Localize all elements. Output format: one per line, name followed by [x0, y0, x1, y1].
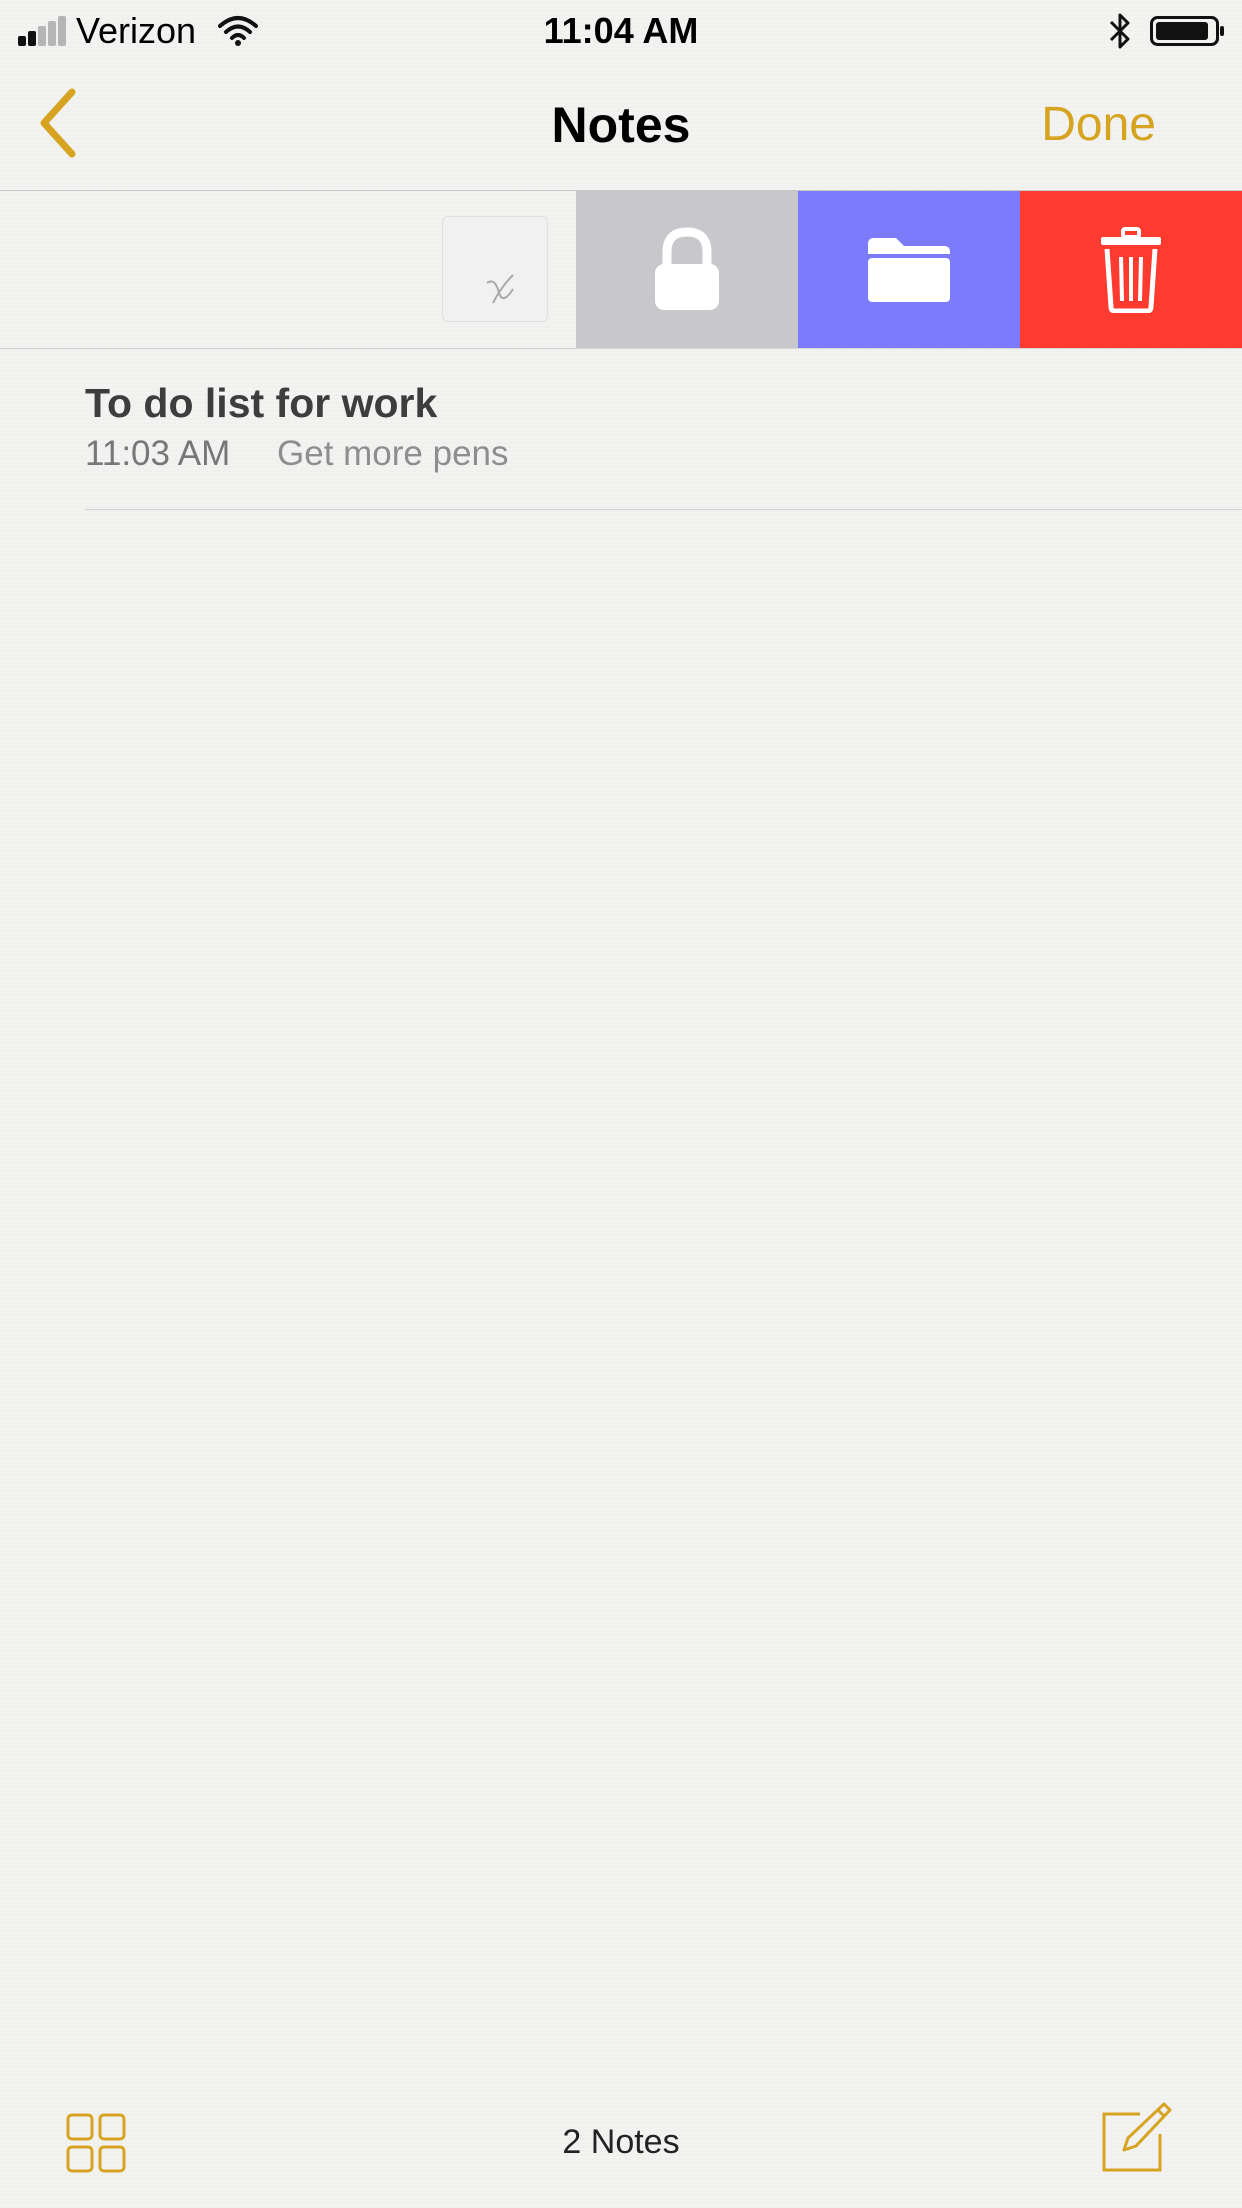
battery-icon: [1150, 16, 1224, 46]
trash-icon: [1101, 226, 1161, 313]
note-preview: Get more pens: [277, 434, 509, 473]
note-time: 11:03 AM: [85, 434, 231, 473]
lock-note-button[interactable]: [576, 191, 798, 348]
navigation-bar: Notes Done: [0, 62, 1242, 191]
status-time: 11:04 AM: [543, 10, 699, 51]
folder-icon: [868, 237, 950, 302]
done-button[interactable]: Done: [1041, 96, 1156, 154]
delete-note-button[interactable]: [1020, 191, 1242, 348]
move-note-button[interactable]: [798, 191, 1020, 348]
bottom-toolbar: 2 Notes: [0, 2080, 1242, 2208]
lock-icon: [655, 226, 719, 310]
compose-icon: [1102, 2102, 1172, 2172]
sketch-thumbnail-icon: [486, 274, 514, 304]
note-thumbnail: [442, 216, 548, 322]
note-count: 2 Notes: [562, 2123, 680, 2161]
bluetooth-icon: [1109, 13, 1130, 49]
note-title: To do list for work: [85, 380, 438, 426]
status-bar: Verizon 11:04 AM: [0, 0, 1242, 62]
swiped-note-row[interactable]: [0, 191, 1242, 349]
compose-button[interactable]: [1100, 2100, 1174, 2174]
list-item[interactable]: To do list for work 11:03 AM Get more pe…: [85, 349, 1242, 510]
